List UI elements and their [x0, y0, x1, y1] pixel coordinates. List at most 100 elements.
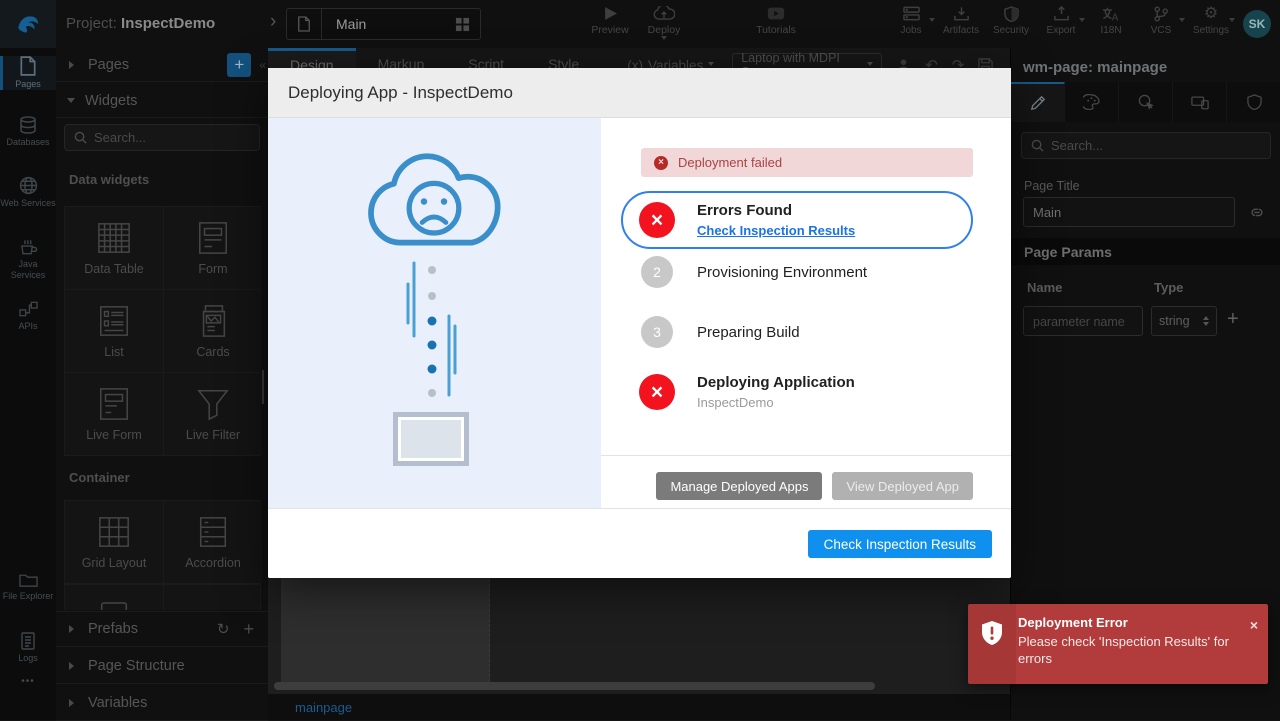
caret-down-icon	[661, 36, 667, 43]
sidebar-item-pages[interactable]: Pages	[0, 56, 56, 90]
step-deploying-application: × Deploying Application InspectDemo	[639, 374, 855, 410]
tab-inspect[interactable]	[1119, 82, 1173, 122]
app-logo[interactable]	[0, 0, 56, 48]
tutorials-button[interactable]: Tutorials	[748, 6, 804, 36]
add-page-button[interactable]: +	[227, 53, 251, 77]
check-inspection-results-link[interactable]: Check Inspection Results	[697, 223, 855, 238]
i18n-button[interactable]: A I18N	[1088, 6, 1134, 36]
toast-body: Deployment Error Please check 'Inspectio…	[1016, 604, 1236, 684]
more-options-button[interactable]: •••	[0, 676, 56, 687]
grid-view-icon[interactable]	[455, 17, 470, 32]
widget-tile-live-filter[interactable]: Live Filter	[164, 373, 262, 455]
widget-tile-cards[interactable]: Cards	[164, 290, 262, 372]
laptop-icon	[393, 412, 469, 466]
security-button[interactable]: Security	[988, 6, 1034, 36]
sidebar-item-web-services[interactable]: Web Services	[0, 176, 56, 209]
deploy-modal: Deploying App - InspectDemo	[268, 68, 1011, 578]
sidebar-item-logs[interactable]: Logs	[0, 632, 56, 664]
deploy-button[interactable]: Deploy	[636, 6, 692, 43]
caret-down-icon	[1079, 18, 1085, 25]
sidebar-item-apis[interactable]: APIs	[0, 300, 56, 332]
close-icon[interactable]: ×	[1250, 617, 1258, 633]
variables-section-header[interactable]: Variables	[56, 685, 268, 721]
property-search-input[interactable]	[1051, 138, 1201, 153]
modal-footer: Check Inspection Results	[268, 508, 1011, 578]
check-inspection-results-button[interactable]: Check Inspection Results	[808, 530, 992, 558]
step-number-badge: 3	[641, 316, 673, 348]
refresh-icon[interactable]: ↻	[217, 620, 230, 638]
caret-down-icon	[1229, 18, 1235, 25]
tab-styles[interactable]	[1065, 82, 1119, 122]
widget-tile-live-form[interactable]: Live Form	[65, 373, 163, 455]
breadcrumb-page-name[interactable]: mainpage	[295, 700, 352, 715]
page-title-input[interactable]	[1023, 197, 1235, 227]
security-shield-icon	[1004, 6, 1019, 22]
toast-message: Please check 'Inspection Results' for er…	[1018, 634, 1230, 667]
add-prefab-icon[interactable]: +	[243, 619, 254, 640]
export-button[interactable]: Export	[1038, 6, 1084, 36]
panel-drag-handle[interactable]	[262, 370, 264, 404]
bind-link-icon[interactable]	[1249, 205, 1265, 219]
step-errors-found: × Errors Found Check Inspection Results	[621, 191, 973, 249]
divider	[601, 455, 1011, 456]
manage-deployed-apps-button[interactable]: Manage Deployed Apps	[656, 472, 822, 500]
tab-security[interactable]	[1227, 82, 1280, 122]
preview-button[interactable]: Preview	[582, 6, 638, 36]
add-param-button[interactable]: +	[1227, 308, 1239, 331]
coffee-cup-icon	[19, 238, 38, 256]
ellipsis-icon: •••	[21, 676, 35, 687]
view-deployed-app-button[interactable]: View Deployed App	[832, 472, 973, 500]
artifacts-button[interactable]: Artifacts	[938, 6, 984, 36]
step-provisioning: 2 Provisioning Environment	[641, 256, 867, 288]
project-label: Project:	[66, 15, 117, 32]
pages-section-header[interactable]: Pages + «	[56, 48, 268, 82]
vcs-button[interactable]: VCS	[1138, 6, 1184, 36]
widget-tile-data-table[interactable]: Data Table	[65, 207, 163, 289]
param-name-input[interactable]	[1023, 306, 1143, 336]
svg-text:A: A	[1112, 13, 1119, 22]
widget-search-input[interactable]	[94, 130, 244, 145]
widget-tile-accordion[interactable]: Accordion	[164, 501, 262, 583]
widget-tile-list[interactable]: List	[65, 290, 163, 372]
settings-button[interactable]: ⚙ Settings	[1188, 6, 1234, 36]
devices-icon	[1191, 95, 1209, 110]
sidebar-item-java-services[interactable]: Java Services	[0, 238, 56, 281]
jobs-button[interactable]: Jobs	[888, 6, 934, 36]
data-widgets-label: Data widgets	[69, 172, 149, 187]
user-avatar[interactable]: SK	[1243, 10, 1271, 38]
logs-document-icon	[20, 632, 36, 650]
modal-title: Deploying App - InspectDemo	[288, 83, 513, 103]
divider	[321, 8, 322, 40]
sidebar-item-file-explorer[interactable]: File Explorer	[0, 572, 56, 602]
wavemaker-logo-icon	[15, 11, 41, 37]
globe-icon	[19, 176, 38, 195]
widget-search[interactable]	[64, 124, 260, 151]
property-search[interactable]	[1021, 132, 1271, 159]
horizontal-scrollbar[interactable]	[274, 682, 875, 690]
page-tab-main[interactable]: Main	[286, 8, 481, 40]
prefabs-section-header[interactable]: Prefabs ↻ +	[56, 611, 268, 647]
project-breadcrumb: Project: InspectDemo	[66, 0, 215, 48]
list-icon	[96, 304, 132, 338]
tab-properties[interactable]	[1011, 82, 1065, 122]
sidebar-item-databases[interactable]: Databases	[0, 116, 56, 148]
deploy-progress-rain-icon	[397, 258, 467, 408]
tab-devices[interactable]	[1173, 82, 1227, 122]
export-upload-icon	[1053, 6, 1070, 22]
page-params-section[interactable]: Page Params	[1011, 238, 1280, 265]
page-structure-section-header[interactable]: Page Structure	[56, 648, 268, 684]
database-icon	[19, 116, 37, 134]
banner-text: Deployment failed	[678, 155, 782, 170]
deploy-steps-panel: × Deployment failed × Errors Found Check…	[601, 118, 1011, 508]
triangle-right-icon	[69, 662, 78, 670]
collapse-panel-icon[interactable]: «	[259, 58, 266, 72]
triangle-right-icon	[69, 61, 78, 69]
page-file-icon	[297, 16, 311, 32]
triangle-right-icon	[69, 625, 78, 633]
widget-tile-grid-layout[interactable]: Grid Layout	[65, 501, 163, 583]
pencil-icon	[1030, 95, 1046, 111]
widget-tile-form[interactable]: Form	[164, 207, 262, 289]
param-type-select[interactable]: string	[1151, 306, 1217, 336]
error-x-icon: ×	[639, 374, 675, 410]
widgets-section-header[interactable]: Widgets	[56, 85, 268, 118]
